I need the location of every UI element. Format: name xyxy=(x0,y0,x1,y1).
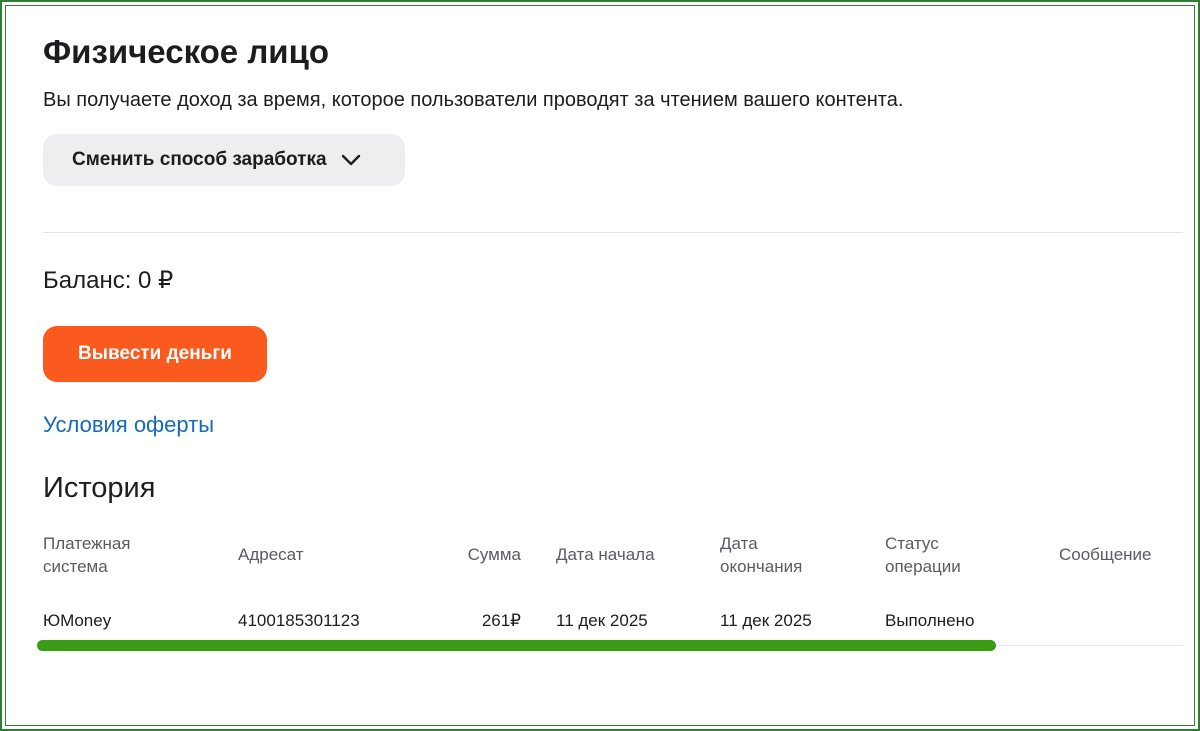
chevron-down-icon xyxy=(341,154,361,166)
column-header-status: Статус операции xyxy=(885,532,961,578)
change-earning-method-label: Сменить способ заработка xyxy=(72,149,327,170)
withdraw-money-button[interactable]: Вывести деньги xyxy=(43,326,267,382)
highlight-underline-mark xyxy=(37,640,996,651)
row-status: Выполнено xyxy=(885,611,975,630)
balance-label: Баланс: 0 ₽ xyxy=(43,267,174,294)
column-header-payment-system-line-2: система xyxy=(43,557,108,576)
column-header-payment-system: Платежная система xyxy=(43,532,131,578)
column-header-message: Сообщение xyxy=(1059,545,1152,564)
column-header-end-date-line-2: окончания xyxy=(720,557,803,576)
change-earning-method-button[interactable]: Сменить способ заработка xyxy=(43,134,405,186)
offer-terms-link[interactable]: Условия оферты xyxy=(43,411,214,439)
row-amount: 261₽ xyxy=(481,611,521,630)
page-description: Вы получаете доход за время, которое пол… xyxy=(43,89,904,111)
column-header-amount: Сумма xyxy=(467,545,521,564)
page-title: Физическое лицо xyxy=(43,33,330,70)
column-header-recipient: Адресат xyxy=(238,545,304,564)
column-header-end-date-line-1: Дата xyxy=(720,534,758,553)
section-divider xyxy=(43,232,1183,233)
column-header-status-line-2: операции xyxy=(885,557,961,576)
column-header-start-date: Дата начала xyxy=(556,545,655,564)
column-header-status-line-1: Статус xyxy=(885,534,939,553)
row-start-date: 11 дек 2025 xyxy=(556,611,648,630)
column-header-payment-system-line-1: Платежная xyxy=(43,534,131,553)
row-recipient: 4100185301123 xyxy=(238,611,360,630)
row-payment-system: ЮMoney xyxy=(43,611,112,630)
column-header-end-date: Дата окончания xyxy=(720,532,802,578)
row-end-date: 11 дек 2025 xyxy=(720,611,812,630)
history-title: История xyxy=(43,472,156,504)
